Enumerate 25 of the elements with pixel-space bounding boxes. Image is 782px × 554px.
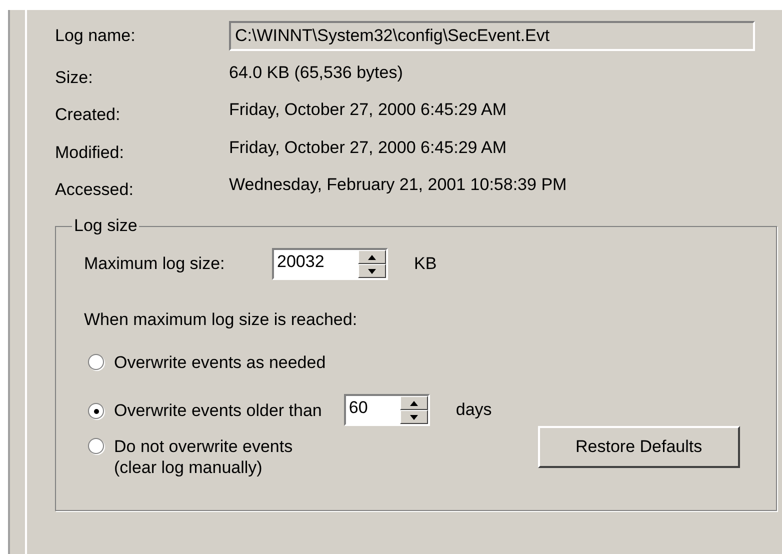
property-label: Size: [55,66,94,88]
option-label[interactable]: Do not overwrite events [114,436,293,457]
group-title: Log size [73,216,138,236]
log-name-field[interactable]: C:\WINNT\System32\config\SecEvent.Evt [229,21,755,51]
days-spinner[interactable]: 60 [344,394,430,426]
radio-button[interactable] [88,403,104,419]
property-label: Created: [55,104,122,126]
property-value: Wednesday, February 21, 2001 10:58:39 PM [229,175,567,196]
field-label: Log name: [55,26,136,46]
property-label: Modified: [55,142,125,163]
radio-button[interactable] [88,438,104,454]
restore-defaults-button[interactable]: Restore Defaults [538,426,740,468]
radio-button[interactable] [88,354,104,370]
max-size-spinner[interactable]: 20032 [272,248,388,280]
instruction-text: When maximum log size is reached: [84,310,358,330]
property-value: 64.0 KB (65,536 bytes) [229,62,403,83]
property-value: Friday, October 27, 2000 6:45:29 AM [229,100,507,120]
option-label[interactable]: Overwrite events older than [114,400,322,420]
option-label[interactable]: Overwrite events as needed [114,352,326,373]
property-label: Accessed: [55,179,134,200]
field-label: Maximum log size: [84,254,226,274]
option-note: (clear log manually) [114,457,264,478]
unit-label: KB [414,254,437,274]
property-value: Friday, October 27, 2000 6:45:29 AM [229,138,507,158]
unit-label: days [456,400,492,420]
